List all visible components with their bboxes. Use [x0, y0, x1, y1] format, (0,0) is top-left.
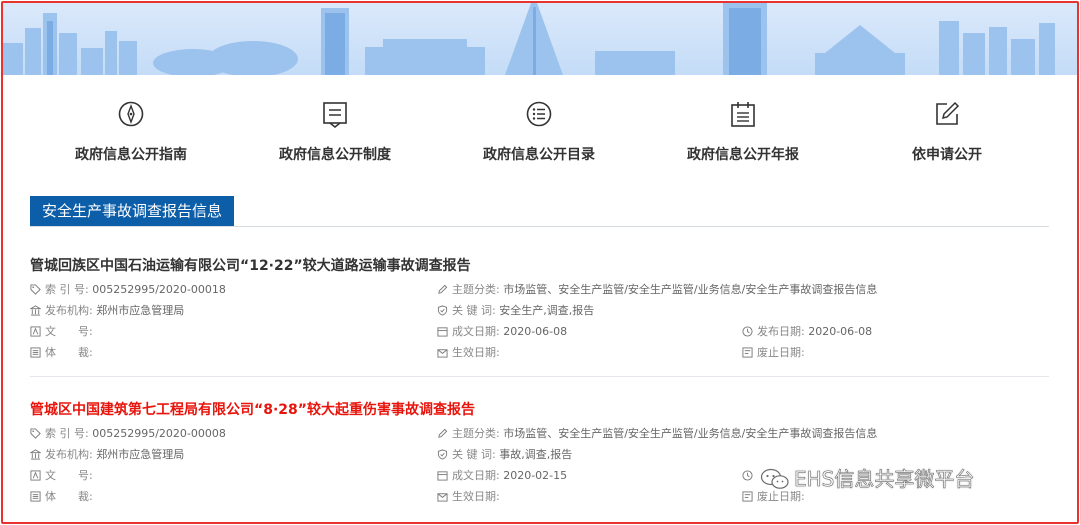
nav-bar: 政府信息公开指南 政府信息公开制度 政府信息公开目录 政府信息公开年报 依申请公… [0, 100, 1080, 170]
meta-created-date: 成文日期: 2020-06-08 [437, 325, 567, 339]
meta-genre: 体 裁: [30, 346, 93, 360]
meta-category: 主题分类: 市场监管、安全生产监管/安全生产监管/业务信息/安全生产事故调查报告… [437, 283, 877, 297]
nav-label: 依申请公开 [912, 147, 982, 163]
meta-publisher: 发布机构: 郑州市应急管理局 [30, 448, 184, 462]
building-icon [30, 305, 41, 316]
watermark-text: EHS信息共享微平台 [794, 467, 975, 492]
list-icon [526, 101, 552, 127]
meta-effective-date: 生效日期: [437, 346, 500, 360]
watermark: EHS信息共享微平台 [760, 463, 975, 493]
city-skyline-illustration [3, 3, 1055, 75]
shield-icon [437, 305, 448, 316]
nav-item-apply[interactable]: 依申请公开 [862, 100, 1032, 164]
envelope-icon [437, 349, 448, 358]
stop-document-icon [742, 347, 753, 358]
clock-icon [742, 326, 753, 337]
calendar-small-icon [437, 327, 448, 337]
compass-icon [118, 101, 144, 127]
wechat-logo-icon [760, 468, 789, 489]
tag-icon [30, 284, 41, 295]
meta-doc-number: 文 号: [30, 325, 93, 339]
meta-publisher: 发布机构: 郑州市应急管理局 [30, 304, 184, 318]
meta-keywords: 关 键 词: 事故,调查,报告 [437, 448, 572, 462]
stop-document-icon [742, 491, 753, 502]
header-banner [3, 3, 1077, 75]
nav-item-catalog[interactable]: 政府信息公开目录 [454, 100, 624, 164]
article-title-link[interactable]: 管城回族区中国石油运输有限公司“12·22”较大道路运输事故调查报告 [30, 255, 471, 275]
pencil-icon [438, 428, 448, 438]
tag-icon [30, 428, 41, 439]
meta-index: 索 引 号: 005252995/2020-00008 [30, 427, 226, 441]
meta-doc-number: 文 号: [30, 469, 93, 483]
pencil-icon [438, 284, 448, 294]
clock-icon [742, 470, 753, 481]
nav-item-annual-report[interactable]: 政府信息公开年报 [658, 100, 828, 164]
nav-label: 政府信息公开制度 [279, 147, 391, 163]
nav-item-guide[interactable]: 政府信息公开指南 [46, 100, 216, 164]
meta-keywords: 关 键 词: 安全生产,调查,报告 [437, 304, 594, 318]
nav-label: 政府信息公开指南 [75, 147, 187, 163]
meta-created-date: 成文日期: 2020-02-15 [437, 469, 567, 483]
meta-genre: 体 裁: [30, 490, 93, 504]
shield-icon [437, 449, 448, 460]
meta-published-date [742, 469, 757, 483]
building-icon [30, 449, 41, 460]
section-header: 安全生产事故调查报告信息 [30, 196, 1049, 227]
envelope-icon [437, 493, 448, 502]
list-small-icon [30, 491, 41, 502]
document-number-icon [30, 326, 41, 337]
edit-icon [936, 101, 960, 125]
section-title: 安全生产事故调查报告信息 [30, 196, 235, 226]
article-divider [30, 376, 1049, 377]
meta-effective-date: 生效日期: [437, 490, 500, 504]
list-small-icon [30, 347, 41, 358]
article-title-link[interactable]: 管城区中国建筑第七工程局有限公司“8·28”较大起重伤害事故调查报告 [30, 399, 475, 419]
meta-published-date: 发布日期: 2020-06-08 [742, 325, 872, 339]
calendar-small-icon [437, 471, 448, 481]
meta-expiry-date: 废止日期: [742, 346, 805, 360]
document-number-icon [30, 470, 41, 481]
meta-index: 索 引 号: 005252995/2020-00018 [30, 283, 226, 297]
calendar-icon [731, 102, 755, 127]
meta-category: 主题分类: 市场监管、安全生产监管/安全生产监管/业务信息/安全生产事故调查报告… [437, 427, 877, 441]
nav-label: 政府信息公开目录 [483, 147, 595, 163]
nav-label: 政府信息公开年报 [687, 147, 799, 163]
nav-item-system[interactable]: 政府信息公开制度 [250, 100, 420, 164]
document-icon [323, 102, 347, 128]
